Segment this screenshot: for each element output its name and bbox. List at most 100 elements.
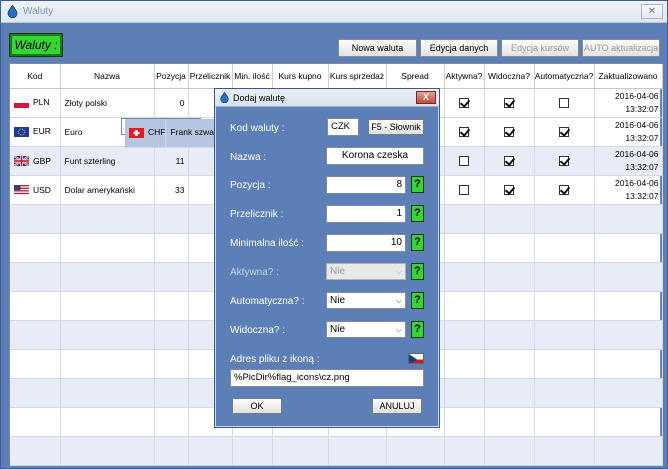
col-header-buy-rate[interactable]: Kurs kupno bbox=[272, 64, 329, 89]
add-currency-dialog: Dodaj walutę X Kod waluty : CZK F5 - Sło… bbox=[214, 88, 440, 428]
col-header-spread[interactable]: Spread bbox=[386, 64, 445, 89]
auto-cell[interactable] bbox=[534, 175, 595, 205]
empty-cell bbox=[10, 436, 61, 466]
col-header-updated[interactable]: Zaktualizowano bbox=[594, 64, 663, 89]
empty-cell bbox=[60, 291, 155, 321]
code-label: Kod waluty : bbox=[230, 123, 285, 134]
empty-cell bbox=[60, 436, 155, 466]
empty-cell bbox=[10, 349, 61, 379]
active-checkbox[interactable] bbox=[459, 185, 469, 196]
code-input[interactable]: CZK bbox=[327, 118, 359, 136]
edit-data-button[interactable]: Edycja danych bbox=[420, 39, 498, 57]
visible-help-button[interactable]: ? bbox=[411, 321, 424, 338]
empty-cell bbox=[60, 407, 155, 437]
converter-help-button[interactable]: ? bbox=[411, 205, 424, 222]
auto-cell[interactable] bbox=[534, 146, 595, 176]
table-header-row: Kod Nazwa Pozycja Przelicznik Min. ilość… bbox=[10, 64, 663, 89]
active-cell[interactable] bbox=[444, 88, 485, 118]
empty-cell bbox=[154, 291, 189, 321]
updated-cell: 2016-04-06 13:32:07 bbox=[594, 117, 663, 147]
min-qty-input[interactable]: 10 bbox=[326, 234, 406, 252]
col-header-sell-rate[interactable]: Kurs sprzedaż bbox=[328, 64, 387, 89]
col-header-position[interactable]: Pozycja bbox=[154, 64, 189, 89]
updated-time: 13:32:07 bbox=[625, 103, 659, 114]
min-qty-help-button[interactable]: ? bbox=[411, 234, 424, 251]
auto-checkbox[interactable] bbox=[559, 127, 569, 138]
auto-select[interactable]: Nie ⌵ bbox=[326, 292, 406, 309]
chevron-down-icon: ⌵ bbox=[395, 267, 402, 276]
empty-cell bbox=[10, 378, 61, 408]
chevron-down-icon: ⌵ bbox=[395, 325, 402, 334]
empty-cell bbox=[534, 204, 595, 234]
empty-cell bbox=[594, 407, 663, 437]
visible-cell[interactable] bbox=[484, 175, 535, 205]
empty-cell bbox=[60, 233, 155, 263]
active-cell[interactable] bbox=[444, 175, 485, 205]
auto-help-button[interactable]: ? bbox=[411, 292, 424, 309]
empty-cell bbox=[534, 262, 595, 292]
converter-input[interactable]: 1 bbox=[326, 205, 406, 223]
empty-cell bbox=[594, 233, 663, 263]
empty-cell bbox=[594, 378, 663, 408]
auto-checkbox[interactable] bbox=[559, 97, 569, 108]
updated-date: 2016-04-06 bbox=[615, 90, 659, 101]
name-input[interactable]: Korona czeska bbox=[326, 147, 424, 165]
currency-code: CHF bbox=[148, 127, 166, 138]
active-cell[interactable] bbox=[444, 146, 485, 176]
position-help-button[interactable]: ? bbox=[411, 176, 424, 193]
position-input[interactable]: 8 bbox=[326, 176, 406, 194]
visible-checkbox[interactable] bbox=[504, 97, 514, 108]
empty-cell bbox=[444, 407, 485, 437]
window-close-button[interactable]: ✕ bbox=[641, 4, 663, 19]
dialog-titlebar: Dodaj walutę X bbox=[215, 89, 439, 107]
visible-select[interactable]: Nie ⌵ bbox=[326, 321, 406, 338]
active-checkbox[interactable] bbox=[459, 156, 469, 167]
dictionary-button[interactable]: F5 - Słownik bbox=[368, 119, 424, 135]
visible-select-value: Nie bbox=[330, 324, 346, 335]
edit-rates-button[interactable]: Edycja kursów bbox=[501, 39, 579, 57]
dialog-close-button[interactable]: X bbox=[416, 91, 436, 104]
empty-cell bbox=[534, 407, 595, 437]
empty-cell bbox=[484, 378, 535, 408]
visible-cell[interactable] bbox=[484, 117, 535, 147]
visible-cell[interactable] bbox=[484, 88, 535, 118]
auto-cell[interactable] bbox=[534, 117, 595, 147]
auto-checkbox[interactable] bbox=[559, 156, 569, 167]
new-currency-button[interactable]: Nowa waluta bbox=[338, 39, 417, 57]
col-header-name[interactable]: Nazwa bbox=[60, 64, 155, 89]
active-select[interactable]: Nie ⌵ bbox=[326, 263, 406, 280]
col-header-active[interactable]: Aktywna? bbox=[444, 64, 485, 89]
active-checkbox[interactable] bbox=[459, 97, 469, 108]
icon-path-input[interactable]: %PicDir%flag_icons\cz.png bbox=[230, 369, 424, 387]
table-row[interactable] bbox=[10, 436, 663, 466]
auto-checkbox[interactable] bbox=[559, 185, 569, 196]
visible-checkbox[interactable] bbox=[504, 185, 514, 196]
visible-cell[interactable] bbox=[484, 146, 535, 176]
empty-cell bbox=[60, 262, 155, 292]
updated-cell: 2016-04-06 13:32:07 bbox=[594, 175, 663, 205]
col-header-converter[interactable]: Przelicznik bbox=[188, 64, 233, 89]
active-checkbox[interactable] bbox=[459, 127, 469, 138]
col-header-min-qty[interactable]: Min. ilość bbox=[232, 64, 273, 89]
icon-path-label: Adres pliku z ikoną : bbox=[230, 354, 320, 365]
currency-code: EUR bbox=[33, 126, 51, 137]
updated-date: 2016-04-06 bbox=[615, 119, 659, 130]
empty-cell bbox=[534, 233, 595, 263]
updated-cell: 2016-04-06 13:32:07 bbox=[594, 88, 663, 118]
col-header-visible[interactable]: Widoczna? bbox=[484, 64, 535, 89]
visible-checkbox[interactable] bbox=[504, 156, 514, 167]
name-cell: Funt szterling bbox=[60, 146, 155, 176]
cancel-button[interactable]: ANULUJ bbox=[372, 398, 422, 414]
auto-update-button[interactable]: AUTO aktualizacja bbox=[582, 39, 660, 57]
ok-button[interactable]: OK bbox=[232, 398, 282, 414]
empty-cell bbox=[10, 204, 61, 234]
active-help-button[interactable]: ? bbox=[411, 263, 424, 280]
visible-checkbox[interactable] bbox=[504, 127, 514, 138]
col-header-auto[interactable]: Automatyczna? bbox=[534, 64, 595, 89]
auto-cell[interactable] bbox=[534, 88, 595, 118]
col-header-code[interactable]: Kod bbox=[10, 64, 61, 89]
empty-cell bbox=[484, 436, 535, 466]
code-cell: PLN bbox=[10, 88, 61, 118]
active-cell[interactable] bbox=[444, 117, 485, 147]
table-row[interactable]: CHFFrank szwajcarski52016-04-0613:32:07 bbox=[121, 117, 334, 148]
